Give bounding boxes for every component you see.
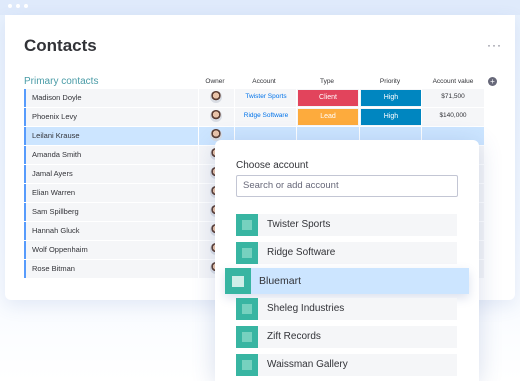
account-option-label: Sheleg Industries <box>267 303 345 314</box>
group-color-bar <box>24 89 26 107</box>
account-option-label: Bluemart <box>259 275 302 287</box>
contact-name[interactable]: Sam Spillberg <box>32 207 79 216</box>
table-row[interactable]: Madison Doyle Twister Sports Client High $71… <box>24 89 484 107</box>
account-swatch-icon <box>236 326 258 348</box>
group-color-bar <box>24 146 26 164</box>
account-swatch-icon <box>236 242 258 264</box>
more-options-icon[interactable]: ··· <box>487 38 502 52</box>
group-title[interactable]: Primary contacts <box>24 76 98 87</box>
board-title: Contacts <box>24 36 97 55</box>
contact-name[interactable]: Wolf Oppenhaim <box>32 245 88 254</box>
window-titlebar <box>0 0 520 15</box>
contact-name[interactable]: Phoenix Levy <box>32 112 77 121</box>
account-option-sheleg-industries[interactable]: Sheleg Industries <box>236 298 457 320</box>
contact-name[interactable]: Leilani Krause <box>32 131 80 140</box>
account-value: $140,000 <box>439 112 467 119</box>
owner-cell[interactable] <box>198 89 233 107</box>
window-dot-icon[interactable] <box>8 4 12 8</box>
search-placeholder: Search or add account <box>243 180 339 191</box>
account-cell[interactable]: Ridge Software <box>234 108 297 126</box>
account-link[interactable]: Ridge Software <box>235 112 297 119</box>
type-status-label[interactable]: Client <box>298 90 358 106</box>
group-color-bar <box>24 127 26 145</box>
account-option-label: Twister Sports <box>267 219 331 230</box>
account-option-twister-sports[interactable]: Twister Sports <box>236 214 457 236</box>
type-cell[interactable]: Client <box>296 89 359 107</box>
priority-status-label[interactable]: High <box>361 109 421 125</box>
column-header-owner[interactable]: Owner <box>198 78 232 85</box>
column-header-account-value[interactable]: Account value <box>423 78 483 85</box>
account-link[interactable]: Twister Sports <box>235 93 297 100</box>
account-option-label: Zift Records <box>267 331 321 342</box>
contact-name[interactable]: Amanda Smith <box>32 150 81 159</box>
type-cell[interactable]: Lead <box>296 108 359 126</box>
account-option-label: Waissman Gallery <box>267 359 348 370</box>
avatar[interactable] <box>210 91 222 103</box>
add-column-icon[interactable]: + <box>488 77 497 86</box>
type-status-label[interactable]: Lead <box>298 109 358 125</box>
group-color-bar <box>24 108 26 126</box>
group-color-bar <box>24 222 26 240</box>
group-color-bar <box>24 203 26 221</box>
dropdown-title: Choose account <box>236 160 309 171</box>
priority-status-label[interactable]: High <box>361 90 421 106</box>
account-option-label: Ridge Software <box>267 247 336 258</box>
account-swatch-icon <box>236 298 258 320</box>
contact-name[interactable]: Madison Doyle <box>32 93 82 102</box>
account-option-bluemart[interactable]: Bluemart <box>225 268 469 294</box>
account-option-waissman-gallery[interactable]: Waissman Gallery <box>236 354 457 376</box>
account-search-input[interactable]: Search or add account <box>236 175 458 197</box>
avatar[interactable] <box>210 110 222 122</box>
group-color-bar <box>24 165 26 183</box>
priority-cell[interactable]: High <box>359 108 422 126</box>
priority-cell[interactable]: High <box>359 89 422 107</box>
window-dot-icon[interactable] <box>16 4 20 8</box>
group-color-bar <box>24 241 26 259</box>
column-header-type[interactable]: Type <box>296 78 358 85</box>
account-value: $71,500 <box>441 93 465 100</box>
table-row[interactable]: Phoenix Levy Ridge Software Lead High $140,0… <box>24 108 484 126</box>
owner-cell[interactable] <box>198 108 233 126</box>
account-swatch-icon <box>236 354 258 376</box>
account-cell[interactable]: Twister Sports <box>234 89 297 107</box>
contact-name[interactable]: Elian Warren <box>32 188 75 197</box>
account-option-ridge-software[interactable]: Ridge Software <box>236 242 457 264</box>
column-header-priority[interactable]: Priority <box>359 78 421 85</box>
account-value-cell[interactable]: $71,500 <box>421 89 484 107</box>
group-color-bar <box>24 260 26 278</box>
window-dot-icon[interactable] <box>24 4 28 8</box>
contact-name[interactable]: Rose Bitman <box>32 264 75 273</box>
account-swatch-icon <box>225 268 251 294</box>
contact-name[interactable]: Jamal Ayers <box>32 169 73 178</box>
window-controls <box>8 4 28 8</box>
account-swatch-icon <box>236 214 258 236</box>
account-option-zift-records[interactable]: Zift Records <box>236 326 457 348</box>
column-header-account[interactable]: Account <box>234 78 294 85</box>
group-color-bar <box>24 184 26 202</box>
account-value-cell[interactable]: $140,000 <box>421 108 484 126</box>
contact-name[interactable]: Hannah Gluck <box>32 226 80 235</box>
